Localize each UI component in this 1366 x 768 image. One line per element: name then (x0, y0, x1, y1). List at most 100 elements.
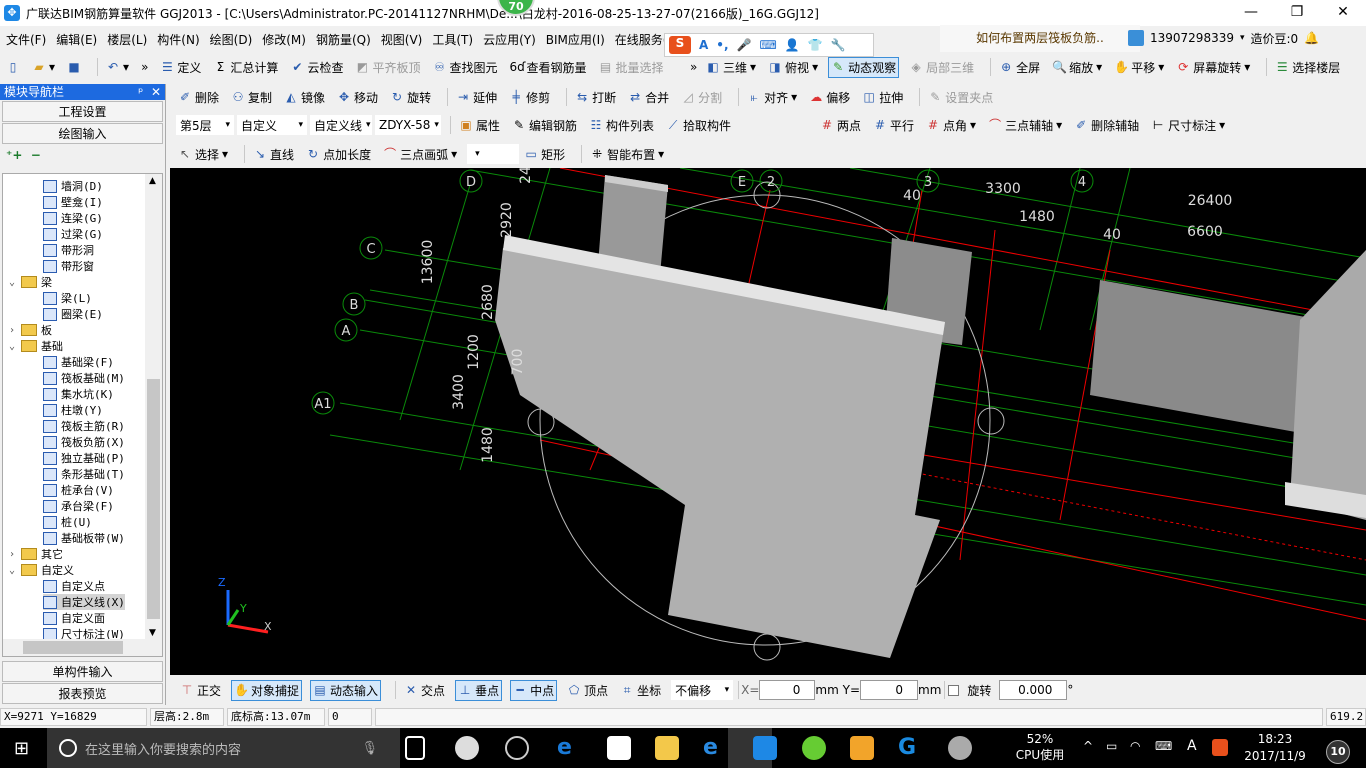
rotate-button[interactable]: ↻ 旋转 (388, 88, 433, 107)
mirror-button[interactable]: ◭ 镜像 (282, 88, 327, 107)
x-input[interactable]: 0 (759, 680, 816, 700)
screen-rotate-button[interactable]: ⟳ 屏幕旋转 ▾ (1174, 58, 1252, 77)
3d-view[interactable]: D C BA A1 E 2 3 4 13600 2680 1200 700 3400 1480 2920 2… (170, 168, 1366, 675)
orbit-button[interactable]: ✎ 动态观察 (828, 56, 900, 78)
vertex-button[interactable]: ⬠ 顶点 (565, 681, 610, 700)
tray-expand-icon[interactable]: ^ (1083, 739, 1093, 753)
copy-button[interactable]: ⚇ 复制 (229, 88, 274, 107)
chevron-down-icon[interactable]: ⌄ (9, 565, 21, 576)
move-button[interactable]: ✥ 移动 (335, 88, 380, 107)
object-snap-button[interactable]: ✋ 对象捕捉 (231, 679, 303, 701)
pick-component-button[interactable]: ⟋ 拾取构件 (664, 116, 733, 135)
green-app-icon[interactable] (802, 736, 826, 760)
windows-start-icon[interactable]: ⊞ (14, 738, 29, 759)
sogou-tray-icon[interactable] (1212, 739, 1228, 756)
offset-mode-select[interactable]: 不偏移 (671, 680, 734, 700)
tree-item[interactable]: 条形基础(T) (43, 466, 125, 482)
align-slab-top-button[interactable]: ◩ 平齐板顶 (353, 58, 422, 77)
menu-view[interactable]: 视图(V) (381, 31, 423, 48)
menu-bim[interactable]: BIM应用(I) (546, 31, 605, 48)
select-button[interactable]: ↖ 选择 ▾ (176, 145, 230, 164)
top-view-button[interactable]: ◨ 俯视 ▾ (766, 58, 820, 77)
project-settings-button[interactable]: 工程设置 (2, 101, 163, 122)
maximize-button[interactable]: ❐ (1274, 0, 1320, 26)
tree-item[interactable]: 承台梁(F) (43, 498, 114, 514)
ime-user-icon[interactable]: 👤 (785, 38, 800, 52)
arc-option-select[interactable] (467, 144, 520, 164)
chevron-down-icon[interactable]: ⌄ (9, 277, 21, 288)
y-input[interactable]: 0 (860, 680, 919, 700)
line-button[interactable]: ↘ 直线 (251, 145, 296, 164)
floor-select[interactable]: 第5层 (176, 115, 234, 135)
midpoint-button[interactable]: ━ 中点 (510, 679, 558, 701)
ime-punct-icon[interactable]: •, (716, 38, 728, 52)
menu-floor[interactable]: 楼层(L) (107, 31, 147, 48)
component-list-button[interactable]: ☷ 构件列表 (587, 116, 656, 135)
app-bell-icon[interactable] (505, 736, 529, 760)
dimension-button[interactable]: ⊢ 尺寸标注 ▾ (1149, 116, 1227, 135)
tree-item[interactable]: 自定义点 (43, 578, 105, 594)
parallel-axis-button[interactable]: # 平行 (871, 116, 916, 135)
edit-rebar-button[interactable]: ✎ 编辑钢筋 (510, 116, 579, 135)
delete-button[interactable]: ✐ 删除 (176, 88, 221, 107)
view-rebar-button[interactable]: 6ɗ 查看钢筋量 (507, 58, 588, 77)
stretch-button[interactable]: ◫ 拉伸 (860, 88, 905, 107)
tree-item[interactable]: 独立基础(P) (43, 450, 125, 466)
tree-item[interactable]: 连梁(G) (43, 210, 103, 226)
point-angle-button[interactable]: # 点角 ▾ (924, 116, 978, 135)
taskbar-search[interactable]: 在这里输入你要搜索的内容 🎙 (47, 728, 400, 768)
chevron-right-icon[interactable]: › (9, 325, 21, 336)
menu-rebar[interactable]: 钢筋量(Q) (316, 31, 371, 48)
store-icon[interactable] (607, 736, 631, 760)
power-icon[interactable]: ▭ (1106, 739, 1117, 753)
chevron-right-icon[interactable]: › (9, 549, 21, 560)
tree-item[interactable]: 基础板带(W) (43, 530, 125, 546)
local-3d-button[interactable]: ◈ 局部三维 (907, 58, 976, 77)
delete-axis-button[interactable]: ✐ 删除辅轴 (1072, 116, 1141, 135)
properties-button[interactable]: ▣ 属性 (457, 116, 502, 135)
tree-item[interactable]: › 其它 (9, 546, 63, 562)
pin-icon[interactable]: ᵖ (138, 85, 143, 99)
find-element-button[interactable]: ♾ 查找图元 (430, 58, 499, 77)
tree-item[interactable]: 桩承台(V) (43, 482, 114, 498)
file-explorer-icon[interactable] (655, 736, 679, 760)
ball-app-icon[interactable] (948, 736, 972, 760)
report-preview-button[interactable]: 报表预览 (2, 683, 163, 704)
three-point-axis-button[interactable]: ⌒ 三点辅轴 ▾ (986, 116, 1064, 135)
ime-tools-icon[interactable]: 🔧 (831, 38, 846, 52)
split-button[interactable]: ◿ 分割 (679, 88, 724, 107)
tree-item[interactable]: ⌄ 自定义 (9, 562, 74, 578)
tree-vertical-scrollbar[interactable]: ▲ ▼ (145, 174, 162, 640)
align-button[interactable]: ⫦ 对齐 ▾ (745, 88, 799, 107)
tree-item[interactable]: 基础梁(F) (43, 354, 114, 370)
set-grip-button[interactable]: ✎ 设置夹点 (926, 88, 995, 107)
drawing-canvas[interactable]: D C B A A1 E 2 3 4 13600 2680 1200 700 3400 1480 2920 2… (170, 168, 1366, 675)
bell-icon[interactable]: 🔔 (1304, 31, 1319, 45)
perpendicular-button[interactable]: ⊥ 垂点 (455, 679, 503, 701)
cloud-check-button[interactable]: ✔ 云检查 (288, 58, 345, 77)
wifi-icon[interactable]: ◠ (1130, 739, 1140, 753)
close-button[interactable]: ✕ (1320, 0, 1366, 26)
single-component-input-button[interactable]: 单构件输入 (2, 661, 163, 682)
ortho-button[interactable]: ⊤ 正交 (178, 681, 223, 700)
tree-item[interactable]: 圈梁(E) (43, 306, 103, 322)
overflow-icon[interactable]: » (690, 60, 697, 74)
extend-button[interactable]: ⇥ 延伸 (454, 88, 499, 107)
cortana-icon[interactable] (59, 739, 77, 757)
ie-icon[interactable]: e (703, 736, 727, 760)
menu-edit[interactable]: 编辑(E) (56, 31, 97, 48)
collapse-all-icon[interactable]: − (31, 148, 41, 162)
two-point-axis-button[interactable]: # 两点 (818, 116, 863, 135)
tree-item[interactable]: 墙洞(D) (43, 178, 103, 194)
define-button[interactable]: ☰ 定义 (158, 58, 203, 77)
3d-button[interactable]: ◧ 三维 ▾ (704, 58, 758, 77)
tree-item[interactable]: 筏板负筋(X) (43, 434, 125, 450)
open-file-button[interactable]: ▰ ▾ (30, 59, 57, 75)
rotate-checkbox[interactable] (948, 684, 960, 696)
rectangle-button[interactable]: ▭ 矩形 (522, 145, 567, 164)
microphone-icon[interactable]: 🎙 (361, 741, 378, 756)
tree-item[interactable]: 壁龛(I) (43, 194, 103, 210)
fullscreen-button[interactable]: ⊕ 全屏 (997, 58, 1042, 77)
drawing-input-button[interactable]: 绘图输入 (2, 123, 163, 144)
batch-select-button[interactable]: ▤ 批量选择 (597, 58, 666, 77)
